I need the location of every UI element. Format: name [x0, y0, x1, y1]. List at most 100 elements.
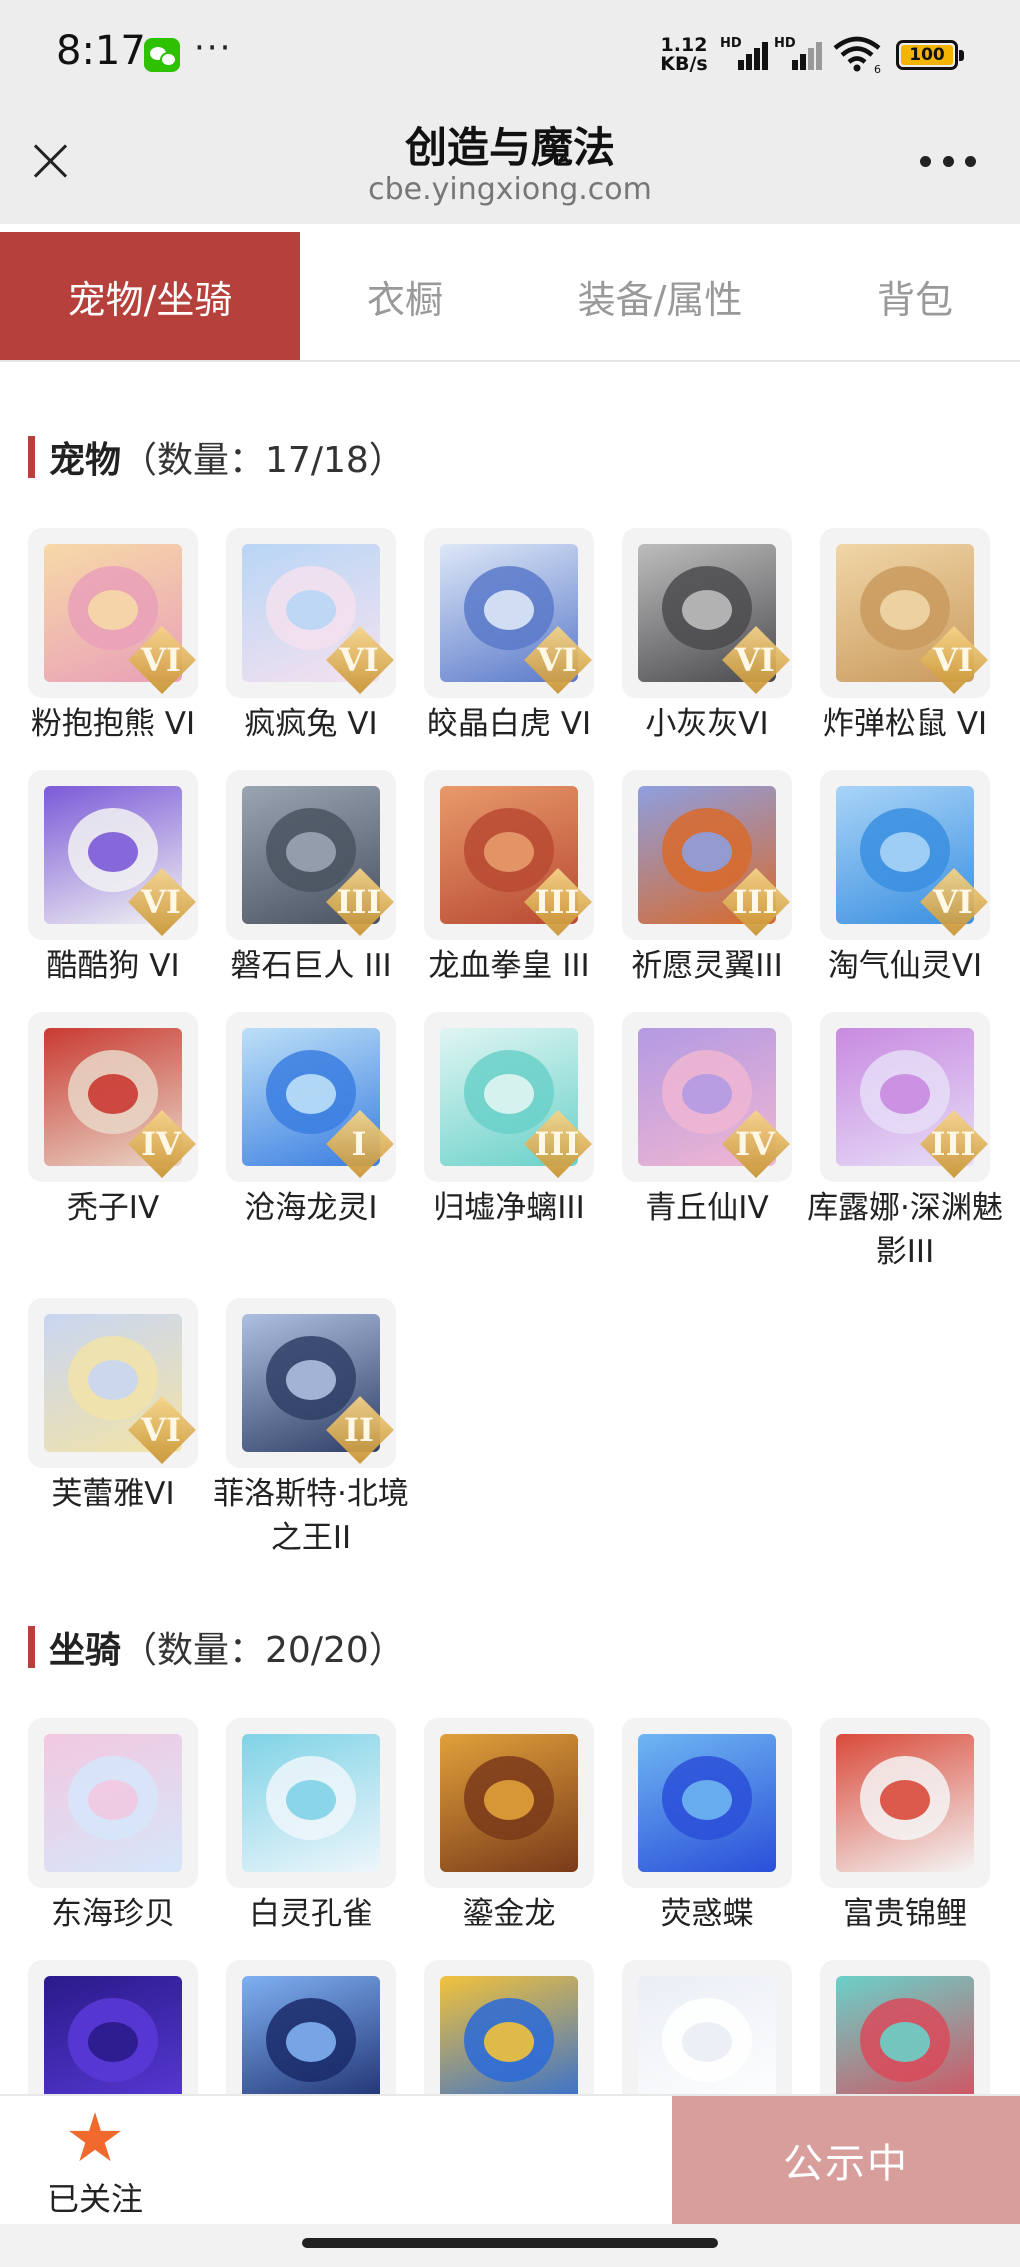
follow-button[interactable]: 已关注: [40, 2112, 150, 2220]
mount-name: 富贵锦鲤: [843, 1896, 967, 1932]
pet-thumbnail: III: [424, 1012, 594, 1182]
pet-thumbnail: VI: [28, 770, 198, 940]
tab-backpack[interactable]: 背包: [810, 232, 1020, 360]
pet-thumbnail: VI: [28, 528, 198, 698]
wifi-badge: 6: [874, 63, 881, 74]
pet-name: 炸弹松鼠 VI: [822, 706, 988, 742]
pet-thumbnail: III: [424, 770, 594, 940]
status-bar: 8:17 ··· 1.12 KB/s HD HD 6 100: [0, 0, 1020, 110]
mount-thumbnail: [28, 1960, 198, 2094]
page-title: 创造与魔法: [404, 123, 615, 172]
grade-label: VI: [141, 883, 181, 921]
mounts-title: 坐骑: [49, 1630, 122, 1671]
mount-item[interactable]: 富贵锦鲤: [820, 1718, 990, 1936]
grade-label: VI: [339, 641, 379, 679]
tab-equipment-attributes[interactable]: 装备/属性: [510, 232, 810, 360]
more-options-icon[interactable]: [920, 146, 976, 176]
grade-label: VI: [933, 883, 973, 921]
pet-item[interactable]: VI 淘气仙灵VI: [820, 770, 990, 988]
mount-thumbnail: [820, 1960, 990, 2094]
wifi-icon: 6: [833, 36, 881, 74]
page-domain: cbe.yingxiong.com: [368, 172, 652, 207]
section-marker: [28, 1626, 35, 1668]
grade-label: VI: [933, 641, 973, 679]
mount-item[interactable]: 东海珍贝: [28, 1718, 198, 1936]
grade-label: I: [351, 1125, 367, 1163]
pet-item[interactable]: VI 芙蕾雅VI: [28, 1298, 198, 1516]
cell-signal-icon-2: HD: [774, 36, 826, 72]
mount-thumbnail: [424, 1960, 594, 2094]
home-indicator: [0, 2224, 1020, 2267]
pets-count: （数量：17/18）: [121, 440, 405, 481]
pet-item[interactable]: III 龙血拳皇 III: [424, 770, 594, 988]
battery-level: 100: [901, 45, 953, 65]
mount-item[interactable]: [622, 1960, 792, 2094]
tab-pets-mounts[interactable]: 宠物/坐骑: [0, 232, 300, 360]
mount-thumbnail: [28, 1718, 198, 1888]
more-notifications-icon: ···: [194, 28, 233, 68]
pet-item[interactable]: II 菲洛斯特·北境之王II: [213, 1298, 409, 1560]
mount-thumbnail: [622, 1718, 792, 1888]
mount-image: [836, 1734, 974, 1872]
pet-name: 库露娜·深渊魅影III: [807, 1190, 1003, 1270]
pet-item[interactable]: III 祈愿灵翼III: [622, 770, 792, 988]
pet-name: 秃子IV: [66, 1190, 160, 1226]
pet-item[interactable]: III 库露娜·深渊魅影III: [807, 1012, 1003, 1274]
mount-item[interactable]: [424, 1960, 594, 2094]
pet-name: 祈愿灵翼III: [631, 948, 783, 984]
grade-label: III: [336, 883, 382, 921]
mount-item[interactable]: [820, 1960, 990, 2094]
mount-image: [242, 1734, 380, 1872]
mount-image: [440, 1734, 578, 1872]
section-marker: [28, 436, 35, 478]
pet-thumbnail: I: [226, 1012, 396, 1182]
mount-image: [638, 1734, 776, 1872]
pet-name: 龙血拳皇 III: [428, 948, 590, 984]
mount-item[interactable]: [226, 1960, 396, 2094]
pet-item[interactable]: VI 炸弹松鼠 VI: [820, 528, 990, 746]
pet-thumbnail: II: [226, 1298, 396, 1468]
mount-item[interactable]: [28, 1960, 198, 2094]
grade-label: III: [534, 1125, 580, 1163]
pets-section-title: 宠物 （数量：17/18）: [28, 434, 405, 481]
pet-name: 归墟净螭III: [433, 1190, 585, 1226]
pet-thumbnail: III: [622, 770, 792, 940]
pet-thumbnail: III: [226, 770, 396, 940]
grade-label: IV: [735, 1125, 775, 1163]
hd-label: HD: [720, 36, 742, 51]
pet-item[interactable]: I 沧海龙灵I: [226, 1012, 396, 1230]
grade-label: III: [930, 1125, 976, 1163]
pet-name: 沧海龙灵I: [244, 1190, 378, 1226]
pet-item[interactable]: VI 酷酷狗 VI: [28, 770, 198, 988]
mount-name: 鎏金龙: [462, 1896, 556, 1932]
pet-name: 酷酷狗 VI: [46, 948, 180, 984]
mount-item[interactable]: 白灵孔雀: [226, 1718, 396, 1936]
mount-image: [836, 1976, 974, 2094]
grade-label: III: [534, 883, 580, 921]
pet-item[interactable]: IV 青丘仙IV: [622, 1012, 792, 1230]
grade-label: IV: [141, 1125, 181, 1163]
mount-thumbnail: [820, 1718, 990, 1888]
pet-name: 疯疯兔 VI: [244, 706, 378, 742]
pets-grid: VI 粉抱抱熊 VI VI 疯疯兔 VI VI 皎晶白虎 VI VI 小灰灰VI VI 炸弹松鼠 …: [28, 528, 1003, 1556]
mount-image: [440, 1976, 578, 2094]
mount-image: [44, 1976, 182, 2094]
pet-item[interactable]: VI 疯疯兔 VI: [226, 528, 396, 746]
bottom-bar: 已关注 公示中: [0, 2094, 1020, 2224]
mount-item[interactable]: 鎏金龙: [424, 1718, 594, 1936]
pet-item[interactable]: VI 皎晶白虎 VI: [424, 528, 594, 746]
tab-bar: 宠物/坐骑 衣橱 装备/属性 背包: [0, 232, 1020, 362]
pet-item[interactable]: III 归墟净螭III: [424, 1012, 594, 1230]
pet-thumbnail: IV: [622, 1012, 792, 1182]
pet-item[interactable]: III 磐石巨人 III: [226, 770, 396, 988]
publicity-button[interactable]: 公示中: [672, 2096, 1020, 2224]
pet-item[interactable]: VI 粉抱抱熊 VI: [28, 528, 198, 746]
grade-label: III: [732, 883, 778, 921]
pet-item[interactable]: IV 秃子IV: [28, 1012, 198, 1230]
home-indicator-bar[interactable]: [302, 2238, 718, 2248]
mount-item[interactable]: 荧惑蝶: [622, 1718, 792, 1936]
battery-icon: 100: [896, 40, 964, 70]
tab-wardrobe[interactable]: 衣橱: [300, 232, 510, 360]
hd-label-2: HD: [774, 36, 796, 51]
pet-item[interactable]: VI 小灰灰VI: [622, 528, 792, 746]
